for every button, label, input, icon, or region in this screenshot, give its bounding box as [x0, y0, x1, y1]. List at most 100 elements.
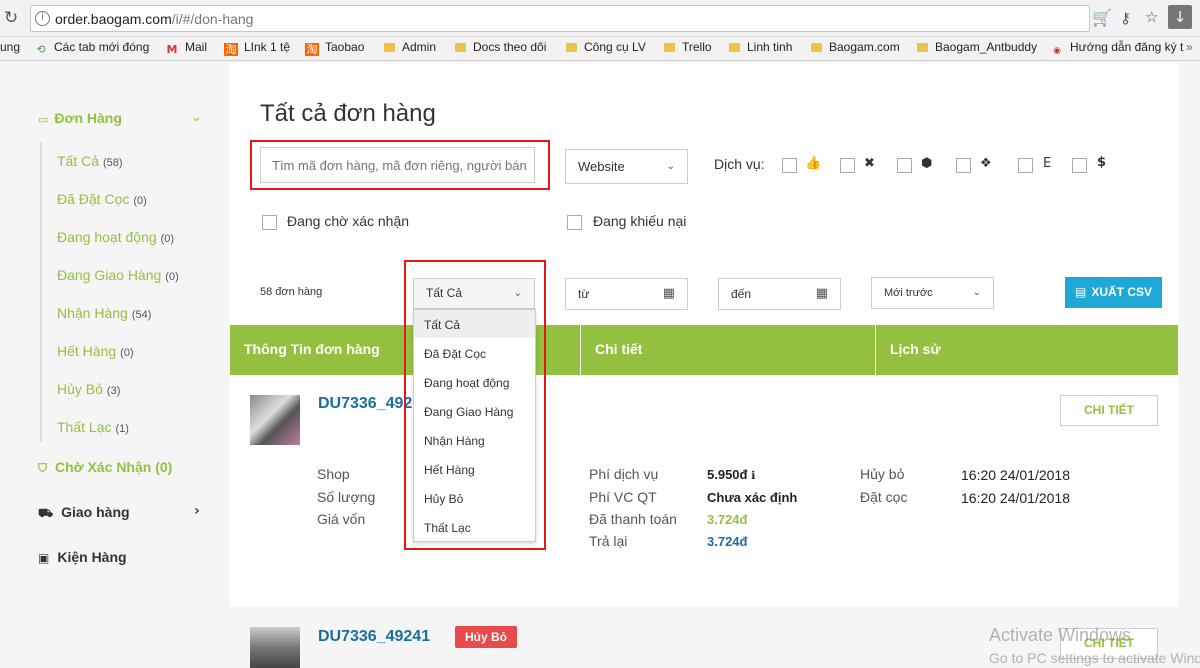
- cart-extension-icon[interactable]: 🛒: [1092, 8, 1112, 27]
- chevron-down-icon[interactable]: ⌄: [191, 110, 202, 125]
- bookmark-item[interactable]: 淘 Taobao: [305, 40, 364, 56]
- bookmark-item[interactable]: ⟲ Các tab mới đóng: [34, 40, 149, 56]
- history-time: 16:20 24/01/2018: [961, 490, 1070, 506]
- sidebar-pending-confirmation[interactable]: ⛉ Chờ Xác Nhận (0): [38, 459, 172, 476]
- sidebar-item-delivering[interactable]: Đang Giao Hàng (0): [57, 267, 179, 283]
- chevron-down-icon: ⌄: [972, 287, 981, 298]
- folder-icon: [729, 43, 740, 52]
- website-select[interactable]: Website ⌄: [565, 149, 688, 184]
- quantity-label: Số lượng: [317, 489, 376, 505]
- sidebar-item-deposited[interactable]: Đã Đặt Cọc (0): [57, 191, 147, 207]
- file-icon: ▤: [1074, 285, 1087, 299]
- folder-icon: [384, 43, 395, 52]
- folder-icon: [664, 43, 675, 52]
- sidebar-item-out-of-stock[interactable]: Hết Hàng (0): [57, 343, 134, 359]
- sidebar-item-cancelled[interactable]: Hủy Bỏ (3): [57, 381, 120, 397]
- chevron-right-icon[interactable]: ›: [194, 503, 200, 519]
- status-badge: Hủy Bỏ: [455, 626, 517, 648]
- windows-watermark-title: Activate Windows: [989, 625, 1132, 645]
- windows-watermark-text: Go to PC settings to activate Windows.: [989, 650, 1200, 666]
- url-text: order.baogam.com/i/#/don-hang: [55, 11, 254, 27]
- bookmark-item[interactable]: 淘 LInk 1 tệ: [224, 40, 290, 56]
- bookmarks-bar: ung ⟲ Các tab mới đóng M Mail 淘 LInk 1 tệ 淘…: [0, 37, 1200, 61]
- bookmark-item[interactable]: Trello: [664, 40, 712, 54]
- calendar-icon: ▦: [815, 286, 828, 301]
- service-checkbox[interactable]: [1018, 158, 1033, 173]
- bookmark-item[interactable]: Docs theo dõi: [455, 40, 546, 54]
- shield-icon: ⛉: [38, 461, 48, 475]
- page: ▭ Đơn Hàng ⌄ Tất Cả (58) Đã Đặt Cọc (0) Đan…: [0, 62, 1200, 668]
- table-divider: [875, 325, 876, 375]
- info-icon[interactable]: ℹ: [751, 469, 755, 482]
- service-label: Dịch vụ:: [714, 156, 765, 172]
- table-divider: [580, 325, 581, 375]
- info-icon[interactable]: i: [35, 11, 50, 26]
- export-csv-button[interactable]: ▤ XUẤT CSV: [1065, 277, 1162, 308]
- chevron-down-icon: ⌄: [666, 161, 675, 172]
- bookmark-item[interactable]: Baogam.com: [811, 40, 900, 54]
- sidebar-item-all[interactable]: Tất Cả (58): [57, 153, 123, 169]
- more-bookmarks-icon[interactable]: »: [1186, 40, 1193, 54]
- service-checkbox[interactable]: [1072, 158, 1087, 173]
- sidebar-item-lost[interactable]: Thất Lạc (1): [57, 419, 129, 435]
- cube-icon: ⬢: [921, 156, 933, 171]
- bookmark-item[interactable]: Baogam_Antbuddy: [917, 40, 1037, 54]
- cubes-icon: ❖: [980, 156, 992, 171]
- service-checkbox[interactable]: [897, 158, 912, 173]
- sort-select[interactable]: Mới trước ⌄: [871, 277, 994, 309]
- history-icon: ⟲: [36, 43, 46, 56]
- history-time: 16:20 24/01/2018: [961, 467, 1070, 483]
- order-count: 58 đơn hàng: [260, 286, 323, 298]
- order-id-link[interactable]: DU7336_49241: [318, 628, 430, 646]
- scrollbar[interactable]: [1178, 62, 1200, 668]
- sidebar-orders-header[interactable]: ▭ Đơn Hàng: [38, 110, 122, 126]
- product-thumbnail[interactable]: [250, 395, 300, 445]
- to-date-input[interactable]: đến ▦: [718, 278, 841, 310]
- page-title: Tất cả đơn hàng: [260, 100, 436, 127]
- gmail-icon: M: [166, 43, 178, 56]
- bookmark-item[interactable]: Admin: [384, 40, 436, 54]
- sidebar: ▭ Đơn Hàng ⌄ Tất Cả (58) Đã Đặt Cọc (0) Đan…: [0, 62, 230, 668]
- key-icon[interactable]: ⚷: [1120, 9, 1131, 27]
- bookmark-item[interactable]: Công cụ LV: [566, 40, 646, 54]
- sidebar-shipping[interactable]: ⛟ Giao hàng: [38, 504, 130, 522]
- bookmark-item[interactable]: Linh tinh: [729, 40, 792, 54]
- refund-label: Trả lại: [589, 533, 628, 549]
- inbox-icon: ▭: [38, 113, 49, 126]
- service-fee-value: 5.950đ ℹ: [707, 467, 756, 482]
- order-id-link[interactable]: DU7336_492: [318, 395, 412, 413]
- taobao-icon: 淘: [305, 43, 319, 56]
- table-header-detail: Chi tiết: [595, 341, 643, 357]
- shipping-fee-value: Chưa xác định: [707, 490, 798, 505]
- pending-confirmation-checkbox[interactable]: [262, 215, 277, 230]
- web-icon: ◉: [1053, 46, 1061, 56]
- history-label: Hủy bỏ: [860, 466, 905, 482]
- sidebar-item-received[interactable]: Nhận Hàng (54): [57, 305, 151, 321]
- address-bar[interactable]: i order.baogam.com/i/#/don-hang: [30, 5, 1090, 32]
- close-icon: ✖: [864, 156, 875, 171]
- service-checkbox[interactable]: [840, 158, 855, 173]
- thumbs-up-icon: 👍: [805, 156, 822, 171]
- paid-label: Đã thanh toán: [589, 511, 677, 527]
- reload-icon[interactable]: ↻: [4, 8, 18, 28]
- order-detail-button[interactable]: CHI TIẾT: [1060, 395, 1158, 426]
- bookmark-item[interactable]: M Mail: [165, 40, 208, 56]
- paid-value: 3.724đ: [707, 512, 748, 527]
- folder-icon: [811, 43, 822, 52]
- complaint-label: Đang khiếu nại: [593, 213, 687, 229]
- from-date-input[interactable]: từ ▦: [565, 278, 688, 310]
- service-checkbox[interactable]: [782, 158, 797, 173]
- highlight-box: [404, 260, 546, 550]
- service-checkbox[interactable]: [956, 158, 971, 173]
- download-icon[interactable]: ↓: [1168, 5, 1192, 29]
- sidebar-item-active[interactable]: Đang hoạt động (0): [57, 229, 174, 245]
- bookmark-item[interactable]: ◉ Hướng dẫn đăng ký t: [1050, 40, 1183, 58]
- bookmark-item[interactable]: ung: [0, 40, 20, 54]
- sidebar-packages[interactable]: ▣ Kiện Hàng: [38, 549, 127, 565]
- product-thumbnail[interactable]: [250, 627, 300, 668]
- calendar-icon: ▦: [662, 286, 675, 301]
- complaint-checkbox[interactable]: [567, 215, 582, 230]
- star-icon[interactable]: ☆: [1145, 8, 1158, 26]
- pending-confirmation-label: Đang chờ xác nhận: [287, 213, 410, 229]
- archive-icon: ▣: [38, 551, 50, 565]
